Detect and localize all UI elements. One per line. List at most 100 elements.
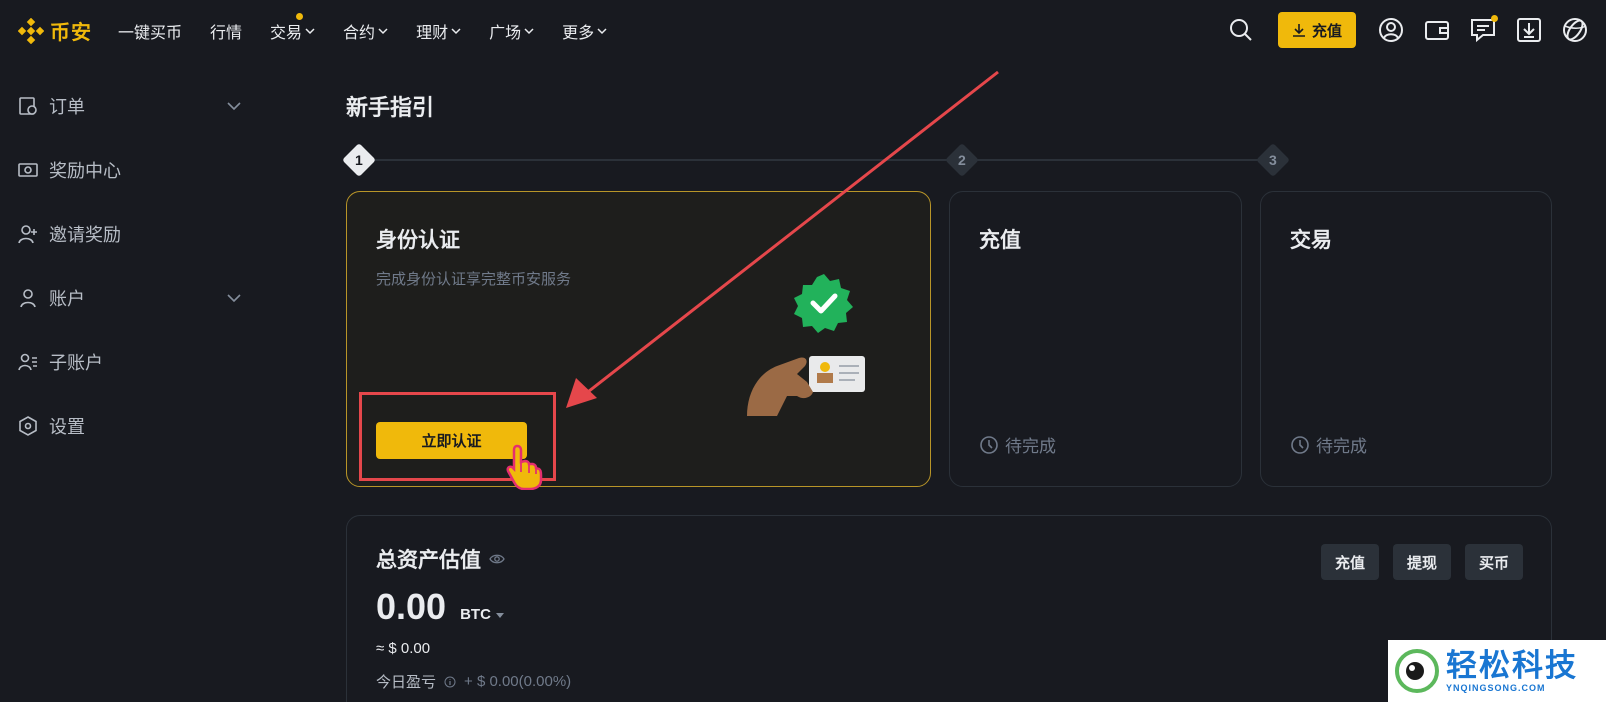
wallet-icon[interactable] <box>1424 17 1450 43</box>
reward-icon <box>18 163 38 177</box>
asset-overview-card: 总资产估值 0.00 BTC ≈ $ 0.00 今日盈亏 + $ 0.00(0.… <box>346 515 1552 702</box>
header-deposit-button[interactable]: 充值 <box>1278 12 1356 48</box>
sidebar-item-label: 奖励中心 <box>49 161 121 181</box>
watermark: 轻松科技 YNQINGSONG.COM <box>1388 640 1606 702</box>
step-2-marker: 2 <box>945 143 979 177</box>
step-connector <box>372 159 952 161</box>
asset-value: 0.00 BTC <box>376 586 505 628</box>
asset-fiat-value: ≈ $ 0.00 <box>376 640 431 657</box>
currency-selector[interactable]: BTC <box>460 606 505 623</box>
eye-icon[interactable] <box>489 551 505 567</box>
asset-deposit-button[interactable]: 充值 <box>1320 544 1379 580</box>
sidebar-item-orders[interactable]: 订单 <box>0 74 260 138</box>
notification-dot <box>296 13 304 20</box>
nav-item-square[interactable]: 广场 <box>489 19 534 43</box>
step-connector <box>976 159 1264 161</box>
logo[interactable]: 币安 <box>18 16 92 45</box>
sidebar-item-rewards[interactable]: 奖励中心 <box>0 138 260 202</box>
sidebar-item-label: 设置 <box>49 417 85 437</box>
currency-label: BTC <box>460 606 491 623</box>
pnl-value: + $ 0.00(0.00%) <box>464 673 572 690</box>
settings-icon <box>19 416 37 436</box>
download-icon[interactable] <box>1516 17 1542 43</box>
daily-pnl: 今日盈亏 + $ 0.00(0.00%) <box>376 671 571 692</box>
chevron-down-icon <box>524 28 534 35</box>
search-icon[interactable] <box>1228 17 1254 43</box>
binance-logo-icon <box>18 17 44 44</box>
nav-item-trade[interactable]: 交易 <box>270 13 315 43</box>
sidebar: 订单 奖励中心 邀请奖励 账户 子账户 设置 <box>0 74 260 458</box>
nav-label: 更多 <box>562 25 595 42</box>
account-icon <box>20 289 36 308</box>
logo-text: 币安 <box>50 22 92 44</box>
step-3-marker: 3 <box>1256 143 1290 177</box>
notification-dot <box>1491 15 1498 22</box>
info-icon[interactable] <box>444 676 456 688</box>
asset-title: 总资产估值 <box>376 544 505 574</box>
nav-label: 理财 <box>416 25 449 42</box>
deposit-label: 充值 <box>1311 22 1342 40</box>
deposit-step-card[interactable]: 充值 待完成 <box>949 191 1242 487</box>
buy-crypto-button[interactable]: 买币 <box>1464 544 1523 580</box>
id-card-illustration-icon <box>747 274 865 416</box>
nav-item-more[interactable]: 更多 <box>562 19 607 43</box>
nav-item-markets[interactable]: 行情 <box>210 19 242 43</box>
nav-item-quick-buy[interactable]: 一键买币 <box>118 19 182 43</box>
sidebar-item-settings[interactable]: 设置 <box>0 394 260 458</box>
watermark-main-text: 轻松科技 <box>1446 648 1578 683</box>
card-subtitle: 完成身份认证享完整币安服务 <box>376 271 572 288</box>
clock-icon <box>1291 435 1309 454</box>
invite-icon <box>18 225 37 244</box>
asset-amount: 0.00 <box>376 586 447 627</box>
download-arrow-icon <box>1292 24 1305 37</box>
withdraw-button[interactable]: 提现 <box>1392 544 1451 580</box>
nav-label: 一键买币 <box>118 25 183 42</box>
sidebar-item-label: 邀请奖励 <box>49 225 121 245</box>
chevron-down-icon <box>227 102 241 111</box>
sub-account-icon <box>18 353 37 371</box>
sidebar-item-sub-account[interactable]: 子账户 <box>0 330 260 394</box>
stepper: 1 2 3 <box>342 143 1566 177</box>
watermark-sub-text: YNQINGSONG.COM <box>1446 683 1546 693</box>
sidebar-item-label: 账户 <box>49 289 85 309</box>
chevron-down-icon <box>378 28 388 35</box>
clock-icon <box>980 435 998 454</box>
globe-icon[interactable] <box>1562 17 1588 43</box>
card-title: 身份认证 <box>376 229 460 252</box>
chevron-down-icon <box>305 28 315 35</box>
nav-item-futures[interactable]: 合约 <box>343 19 388 43</box>
nav-label: 广场 <box>489 25 522 42</box>
caret-down-icon <box>495 612 504 618</box>
pnl-label: 今日盈亏 <box>376 674 437 691</box>
card-title: 充值 <box>979 229 1021 252</box>
nav-label: 合约 <box>343 25 376 42</box>
hand-cursor-icon <box>506 444 543 490</box>
chevron-down-icon <box>597 28 607 35</box>
nav-label: 行情 <box>210 25 243 42</box>
sidebar-item-invite[interactable]: 邀请奖励 <box>0 202 260 266</box>
nav-item-earn[interactable]: 理财 <box>416 19 461 43</box>
chevron-down-icon <box>227 294 241 303</box>
sidebar-item-label: 子账户 <box>49 353 103 373</box>
step-number: 3 <box>1269 151 1277 168</box>
status-text: 待完成 <box>1316 437 1367 456</box>
pending-status: 待完成 <box>1290 432 1367 457</box>
pending-status: 待完成 <box>979 432 1056 457</box>
step-number: 1 <box>355 151 363 168</box>
chevron-down-icon <box>451 28 461 35</box>
trade-step-card[interactable]: 交易 待完成 <box>1260 191 1552 487</box>
status-text: 待完成 <box>1005 437 1056 456</box>
step-1-marker: 1 <box>342 143 376 177</box>
guide-title: 新手指引 <box>346 95 435 120</box>
top-navbar: 币安 一键买币 行情 交易 合约 理财 广场 更多 充值 <box>0 0 1606 62</box>
order-icon <box>19 97 37 115</box>
user-icon[interactable] <box>1378 17 1404 43</box>
asset-actions: 充值 提现 买币 <box>1320 544 1523 580</box>
message-icon[interactable] <box>1470 15 1498 43</box>
asset-title-text: 总资产估值 <box>376 549 481 572</box>
sidebar-item-label: 订单 <box>49 97 85 117</box>
sidebar-item-account[interactable]: 账户 <box>0 266 260 330</box>
step-number: 2 <box>958 151 966 168</box>
card-title: 交易 <box>1290 229 1332 252</box>
watermark-logo-icon <box>1395 649 1439 693</box>
